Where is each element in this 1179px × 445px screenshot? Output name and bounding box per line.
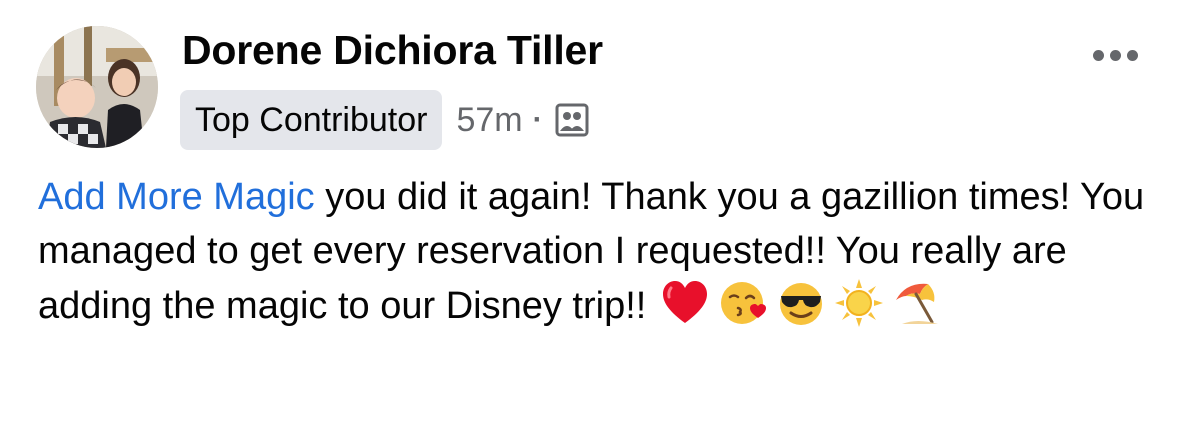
mention-link[interactable]: Add More Magic bbox=[38, 176, 315, 218]
more-dot-icon bbox=[1092, 49, 1104, 61]
red-heart-icon bbox=[663, 281, 708, 323]
post-body: Add More Magic you did it again! Thank y… bbox=[38, 170, 1148, 333]
avatar[interactable] bbox=[36, 26, 158, 148]
post-timestamp[interactable]: 57m bbox=[456, 101, 522, 140]
post-meta: Top Contributor 57m · bbox=[180, 90, 589, 150]
smiling-face-sunglasses-icon bbox=[780, 283, 823, 325]
author-name[interactable]: Dorene Dichiora Tiller bbox=[182, 26, 603, 74]
top-contributor-badge[interactable]: Top Contributor bbox=[180, 90, 443, 150]
more-dot-icon bbox=[1126, 49, 1138, 61]
avatar-photo bbox=[36, 26, 158, 148]
group-members-icon[interactable] bbox=[555, 103, 589, 137]
post: Dorene Dichiora Tiller Top Contributor 5… bbox=[0, 0, 1179, 445]
more-dot-icon bbox=[1109, 49, 1121, 61]
face-blowing-kiss-icon bbox=[721, 282, 767, 324]
beach-umbrella-icon bbox=[896, 283, 939, 324]
more-options-button[interactable] bbox=[1085, 40, 1145, 70]
meta-separator: · bbox=[532, 103, 543, 136]
sun-icon bbox=[835, 279, 884, 327]
